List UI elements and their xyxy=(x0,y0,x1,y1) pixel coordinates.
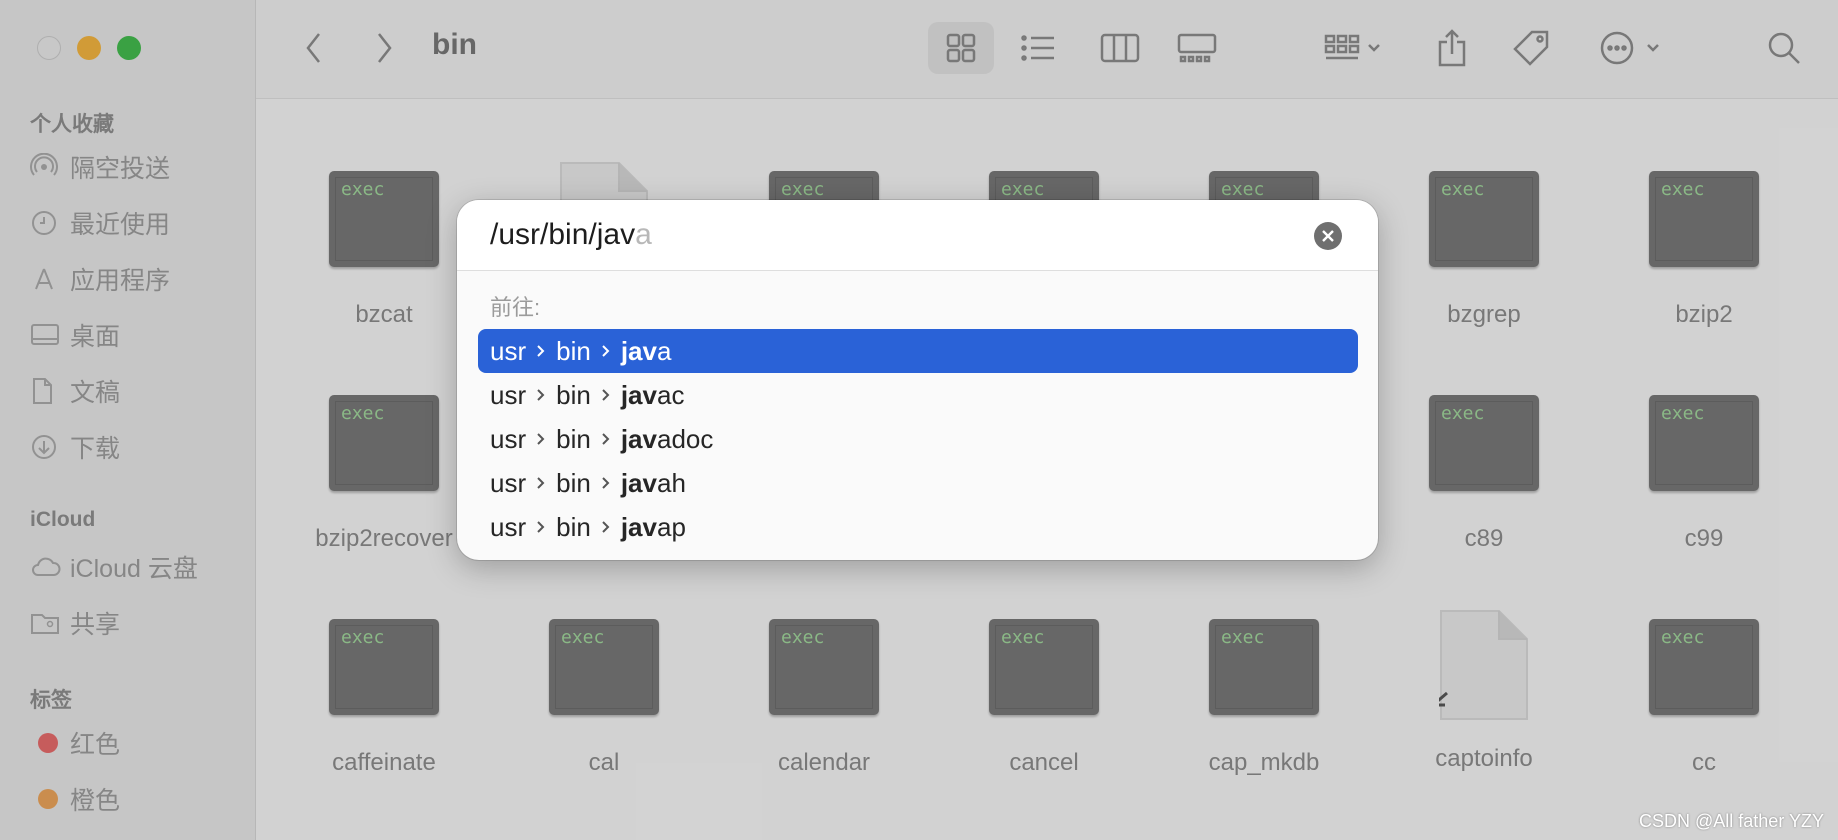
match-remainder: adoc xyxy=(656,423,714,454)
chevron-right-icon xyxy=(536,520,546,534)
path-typed-text: /usr/bin/jav xyxy=(490,218,636,251)
chevron-right-icon xyxy=(601,520,611,534)
path-segment: bin xyxy=(556,511,591,542)
chevron-right-icon xyxy=(601,344,611,358)
path-segment: bin xyxy=(556,467,591,498)
chevron-right-icon xyxy=(536,432,546,446)
match-remainder: ac xyxy=(656,379,685,410)
path-segment: usr xyxy=(490,335,527,366)
chevron-right-icon xyxy=(601,388,611,402)
match-remainder: a xyxy=(656,335,672,366)
path-segment: usr xyxy=(490,423,527,454)
result-row[interactable]: usr bin jav adoc xyxy=(478,417,1358,461)
watermark: CSDN @All father YZY xyxy=(1639,811,1824,831)
go-to-folder-dialog: /usr/bin/java 前往: usr bin jav a usr bin j… xyxy=(457,200,1378,560)
match-highlight: jav xyxy=(620,467,657,498)
finder-window: 个人收藏 隔空投送 最近使用 应用程序 桌面 文稿 下载 iCloud iClo… xyxy=(0,0,1838,840)
path-autocomplete-suggestion: a xyxy=(635,218,652,251)
path-segment: usr xyxy=(490,467,527,498)
path-segment: bin xyxy=(556,379,591,410)
chevron-right-icon xyxy=(601,476,611,490)
chevron-right-icon xyxy=(601,432,611,446)
match-highlight: jav xyxy=(620,335,657,366)
match-highlight: jav xyxy=(620,511,657,542)
match-remainder: ah xyxy=(656,467,686,498)
chevron-right-icon xyxy=(536,344,546,358)
close-icon xyxy=(1322,230,1334,242)
path-segment: usr xyxy=(490,511,527,542)
result-row[interactable]: usr bin jav a xyxy=(478,329,1358,373)
path-segment: bin xyxy=(556,423,591,454)
match-highlight: jav xyxy=(620,423,657,454)
result-row[interactable]: usr bin jav ap xyxy=(478,505,1358,549)
match-highlight: jav xyxy=(620,379,657,410)
clear-input-button[interactable] xyxy=(1314,222,1342,250)
path-input-field[interactable]: /usr/bin/java xyxy=(457,200,1378,271)
chevron-right-icon xyxy=(536,476,546,490)
result-row[interactable]: usr bin jav ah xyxy=(478,461,1358,505)
result-row[interactable]: usr bin jav ac xyxy=(478,373,1358,417)
match-remainder: ap xyxy=(656,511,686,542)
path-segment: usr xyxy=(490,379,527,410)
path-segment: bin xyxy=(556,335,591,366)
chevron-right-icon xyxy=(536,388,546,402)
goto-label: 前往: xyxy=(490,295,541,320)
